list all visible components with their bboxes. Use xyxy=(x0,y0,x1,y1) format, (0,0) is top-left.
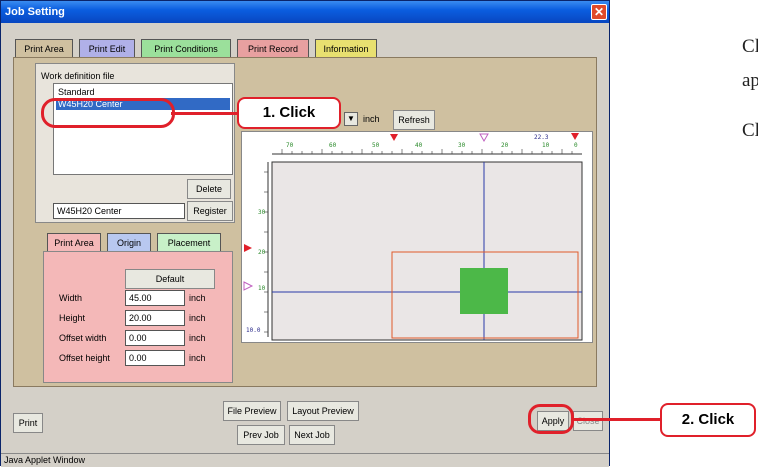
ruler-label: 30 xyxy=(258,209,266,216)
tab-print-conditions[interactable]: Print Conditions xyxy=(141,39,231,58)
callout-1-highlight xyxy=(41,98,175,128)
offset-width-unit: inch xyxy=(189,333,206,343)
ruler-label: 10 xyxy=(258,285,266,292)
tab-label: Information xyxy=(323,44,369,54)
callout-1: 1. Click xyxy=(237,97,341,129)
window-title: Job Setting xyxy=(5,6,65,18)
default-button[interactable]: Default xyxy=(125,269,215,289)
ruler-label: 60 xyxy=(329,142,337,149)
width-unit: inch xyxy=(189,293,206,303)
ruler-label: 50 xyxy=(372,142,380,149)
file-preview-button[interactable]: File Preview xyxy=(223,401,281,421)
preview-panel: 70 60 50 40 30 20 10 0 22.3 30 20 10 10.… xyxy=(241,131,593,343)
print-button[interactable]: Print xyxy=(13,413,43,433)
height-input[interactable]: 20.00 xyxy=(125,310,185,326)
callout-2-highlight xyxy=(528,404,574,434)
ruler-label: 20 xyxy=(501,142,509,149)
offset-width-input[interactable]: 0.00 xyxy=(125,330,185,346)
callout-1-line xyxy=(171,112,237,115)
layout-preview-button[interactable]: Layout Preview xyxy=(287,401,359,421)
prev-job-button[interactable]: Prev Job xyxy=(237,425,285,445)
width-input[interactable]: 45.00 xyxy=(125,290,185,306)
side-text: Cl xyxy=(742,36,758,57)
tab-label: Print Record xyxy=(247,44,299,54)
marker-outline-left xyxy=(243,281,254,291)
status-text: Java Applet Window xyxy=(4,455,86,465)
subtab-label: Origin xyxy=(116,238,141,248)
tab-print-area[interactable]: Print Area xyxy=(15,39,73,58)
marker-red-top-right xyxy=(571,133,579,140)
subtab-label: Print Area xyxy=(54,238,94,248)
subtab-label: Placement xyxy=(167,238,211,248)
height-label: Height xyxy=(59,313,86,323)
tab-print-edit[interactable]: Print Edit xyxy=(79,39,135,58)
work-definition-name-field[interactable]: W45H20 Center xyxy=(53,203,185,219)
chevron-down-icon[interactable]: ▼ xyxy=(344,112,358,126)
tab-label: Print Conditions xyxy=(154,44,218,54)
register-button[interactable]: Register xyxy=(187,201,233,221)
preview-canvas: 70 60 50 40 30 20 10 0 22.3 30 20 10 10.… xyxy=(243,133,583,341)
ruler-label: 30 xyxy=(458,142,466,149)
media-area xyxy=(271,161,583,341)
ruler-label: 10.0 xyxy=(246,327,261,334)
window-titlebar: Job Setting ✕ xyxy=(1,1,609,23)
offset-width-label: Offset width xyxy=(59,333,107,343)
close-icon[interactable]: ✕ xyxy=(591,4,607,20)
green-image-block xyxy=(460,268,508,314)
tab-label: Print Area xyxy=(24,44,64,54)
tab-information[interactable]: Information xyxy=(315,39,377,58)
callout-2: 2. Click xyxy=(660,403,756,437)
close-button[interactable]: Close xyxy=(573,411,603,431)
ruler-label: 0 xyxy=(574,142,578,149)
tab-label: Print Edit xyxy=(88,44,126,54)
ruler-label: 20 xyxy=(258,249,266,256)
offset-height-label: Offset height xyxy=(59,353,110,363)
marker-red-top xyxy=(390,134,398,141)
work-definition-label: Work definition file xyxy=(41,71,115,81)
subtab-print-area[interactable]: Print Area xyxy=(47,233,101,252)
ruler-right-value: 22.3 xyxy=(534,134,549,141)
marker-outline-top xyxy=(479,133,489,143)
width-label: Width xyxy=(59,293,83,303)
job-setting-window: Job Setting ✕ Print Area Print Edit Prin… xyxy=(0,0,610,467)
subtab-origin[interactable]: Origin xyxy=(107,233,151,252)
work-definition-list[interactable]: Standard W45H20 Center xyxy=(53,83,233,175)
refresh-button[interactable]: Refresh xyxy=(393,110,435,130)
callout-2-line xyxy=(574,418,662,421)
height-unit: inch xyxy=(189,313,206,323)
marker-red-left xyxy=(244,244,252,252)
subtab-placement[interactable]: Placement xyxy=(157,233,221,252)
delete-button[interactable]: Delete xyxy=(187,179,231,199)
next-job-button[interactable]: Next Job xyxy=(289,425,335,445)
unit-label: inch xyxy=(363,114,380,124)
list-item[interactable]: Standard xyxy=(56,86,228,98)
ruler-label: 70 xyxy=(286,142,294,149)
ruler-label: 10 xyxy=(542,142,550,149)
ruler-label: 40 xyxy=(415,142,423,149)
tab-print-record[interactable]: Print Record xyxy=(237,39,309,58)
offset-height-input[interactable]: 0.00 xyxy=(125,350,185,366)
offset-height-unit: inch xyxy=(189,353,206,363)
side-text: ap xyxy=(742,70,758,91)
side-text: Cl xyxy=(742,120,758,141)
status-bar: Java Applet Window xyxy=(1,453,609,467)
